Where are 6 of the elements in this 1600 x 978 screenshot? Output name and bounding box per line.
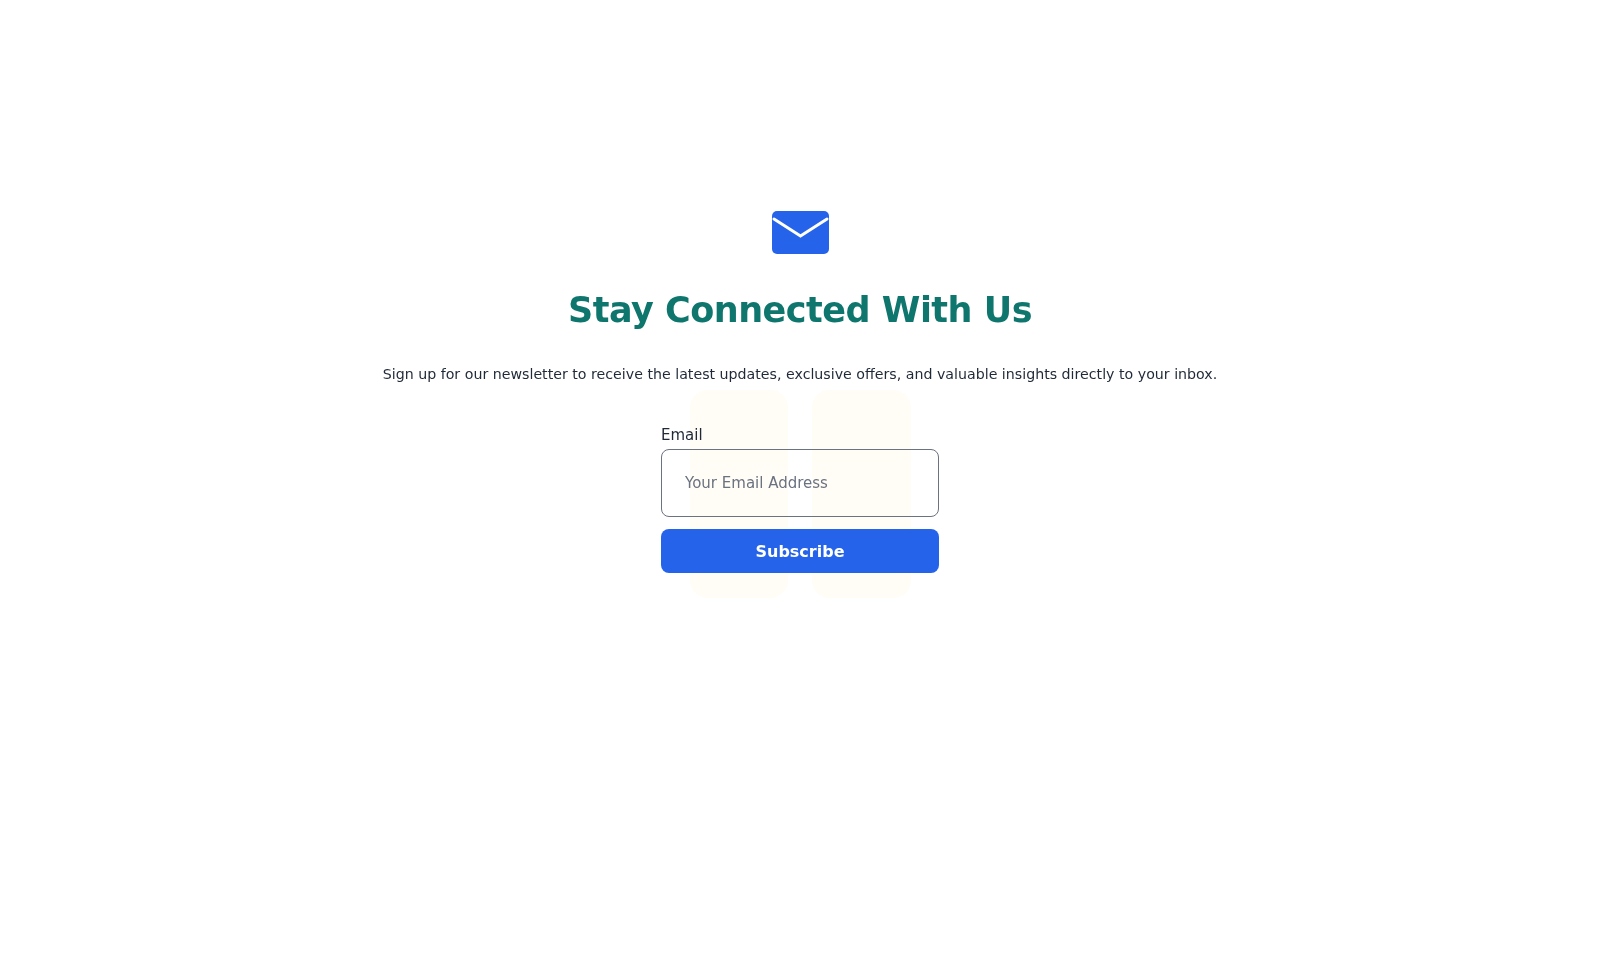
email-input-field[interactable]: Your Email Address [661,449,939,517]
envelope-icon [771,211,829,254]
page-title: Stay Connected With Us [568,290,1032,330]
description-text: Sign up for our newsletter to receive the latest updates, exclusive offers, and valuable insights directly to your inbox. [382,366,1218,382]
email-label: Email [661,426,704,444]
subscribe-button[interactable]: Subscribe [661,529,939,573]
